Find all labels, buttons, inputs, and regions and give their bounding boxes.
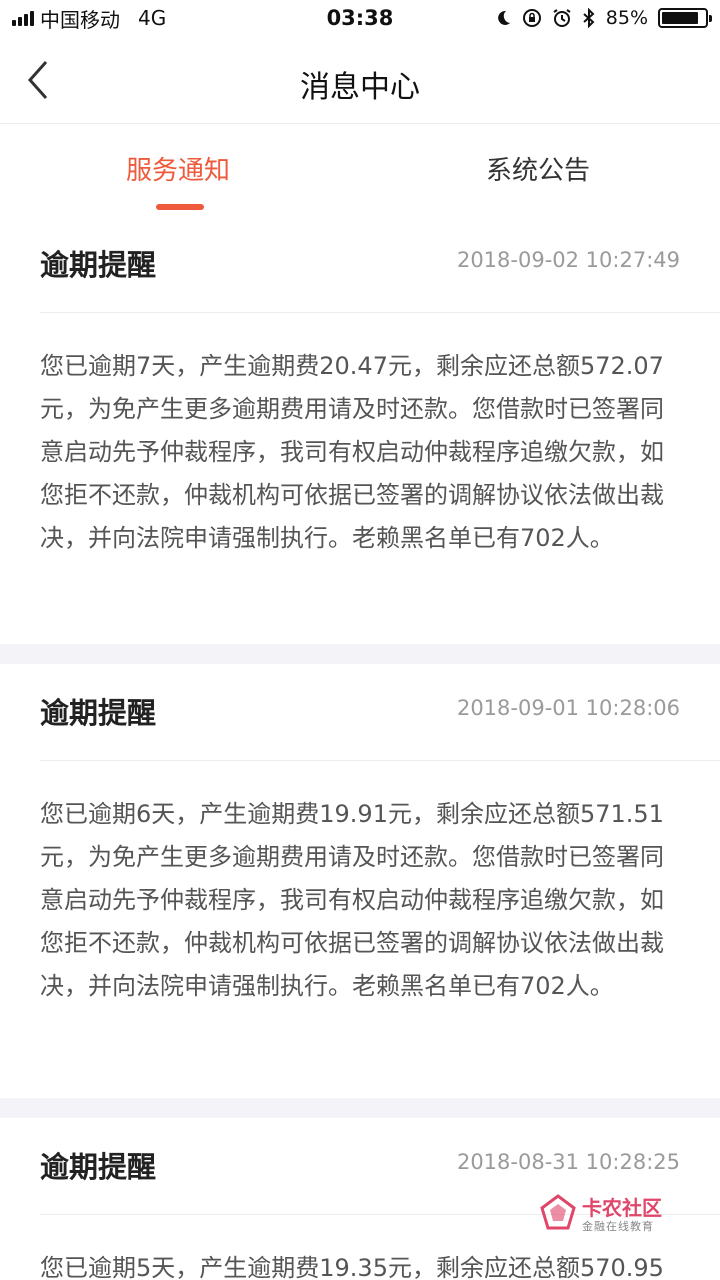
status-bar: 中国移动 4G 03:38 85% xyxy=(0,0,720,36)
kanong-logo-icon xyxy=(540,1194,576,1230)
battery-icon xyxy=(658,8,712,28)
message-title: 逾期提醒 xyxy=(40,248,157,282)
message-time: 2018-09-01 10:28:06 xyxy=(456,696,680,720)
message-time: 2018-08-31 10:28:25 xyxy=(456,1150,680,1174)
watermark: 卡农社区 金融在线教育 xyxy=(540,1190,690,1238)
alarm-icon xyxy=(553,9,571,27)
bluetooth-icon xyxy=(583,8,595,28)
rotation-lock-icon xyxy=(522,9,541,27)
status-right: 85% xyxy=(494,0,712,36)
message-title: 逾期提醒 xyxy=(40,1150,157,1184)
tab-system-announcement[interactable]: 系统公告 xyxy=(486,150,590,187)
page-title: 消息中心 xyxy=(300,70,420,105)
tab-bar: 服务通知 系统公告 xyxy=(0,124,720,216)
nav-bar: 消息中心 xyxy=(0,36,720,124)
tab-service-notice[interactable]: 服务通知 xyxy=(126,150,230,187)
watermark-name: 卡农社区 xyxy=(582,1196,662,1220)
message-header: 逾期提醒 2018-09-02 10:27:49 xyxy=(40,216,720,313)
message-body: 您已逾期7天，产生逾期费20.47元，剩余应还总额572.07元，为免产生更多逾… xyxy=(40,352,664,552)
message-body: 您已逾期6天，产生逾期费19.91元，剩余应还总额571.51元，为免产生更多逾… xyxy=(40,800,664,1000)
message-card[interactable]: 逾期提醒 2018-09-02 10:27:49 您已逾期7天，产生逾期费20.… xyxy=(0,216,720,644)
message-time: 2018-09-02 10:27:49 xyxy=(456,248,680,272)
active-tab-indicator xyxy=(156,204,204,210)
moon-icon xyxy=(497,10,510,25)
message-header: 逾期提醒 2018-09-01 10:28:06 xyxy=(40,664,720,761)
message-card[interactable]: 逾期提醒 2018-09-01 10:28:06 您已逾期6天，产生逾期费19.… xyxy=(0,664,720,1098)
watermark-tagline: 金融在线教育 xyxy=(582,1220,654,1233)
battery-percent: 85% xyxy=(605,7,648,29)
message-title: 逾期提醒 xyxy=(40,696,157,730)
